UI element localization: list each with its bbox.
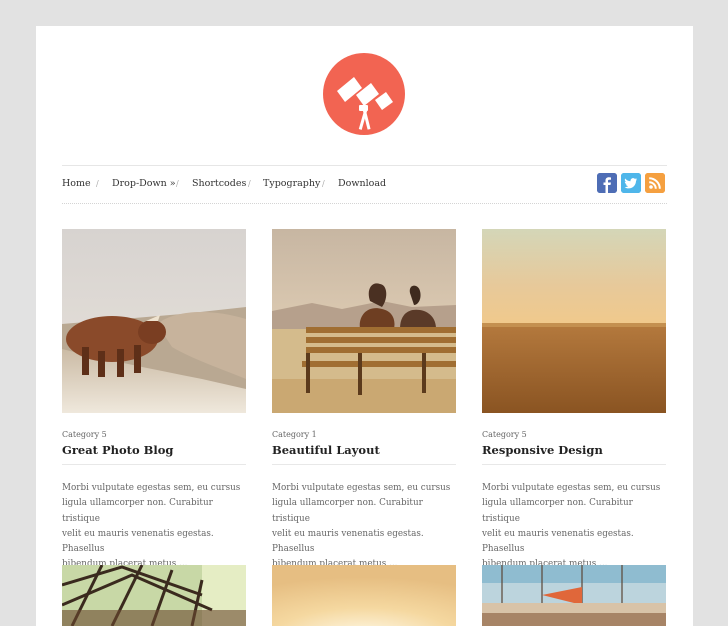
twitter-link[interactable] [621,173,641,193]
excerpt-line: Morbi vulputate egestas sem, eu cursus [482,483,661,493]
post-thumbnail[interactable] [62,565,246,626]
post-card: Category 1 Beautiful Layout Morbi vulput… [272,229,456,569]
post-thumbnail[interactable] [482,229,666,413]
excerpt-line: velit eu mauris venenatis egestas. Phase… [482,528,634,555]
post-card: Category 5 Responsive Design Morbi vulpu… [482,229,666,569]
main-navigation: Home / Drop-Down » / Shortcodes / Typogr… [62,165,667,204]
post-title[interactable]: Responsive Design [482,443,666,465]
nav-separator: / [322,179,325,188]
excerpt-line: ligula ullamcorper non. Curabitur tristi… [482,498,633,524]
twitter-icon [621,173,641,193]
excerpt-line: Morbi vulputate egestas sem, eu cursus [62,483,241,493]
facebook-icon [597,173,617,193]
post-category[interactable]: Category 5 [62,430,107,439]
architecture-photo [62,565,246,626]
page-container: Home / Drop-Down » / Shortcodes / Typogr… [36,26,693,626]
excerpt-line: ligula ullamcorper non. Curabitur tristi… [62,498,213,524]
nav-item-home[interactable]: Home [62,178,91,189]
post-category[interactable]: Category 5 [482,430,527,439]
post-thumbnail[interactable] [272,229,456,413]
excerpt-line: Morbi vulputate egestas sem, eu cursus [272,483,451,493]
nav-item-shortcodes[interactable]: Shortcodes [192,178,246,189]
sunlight-photo [272,565,456,626]
post-thumbnail[interactable] [482,565,666,626]
facebook-link[interactable] [597,173,617,193]
post-thumbnail[interactable] [62,229,246,413]
post-category[interactable]: Category 1 [272,430,317,439]
post-thumbnail[interactable] [272,565,456,626]
rss-icon [645,173,665,193]
bench-couple-photo [272,229,456,413]
post-excerpt: Morbi vulputate egestas sem, eu cursus l… [482,481,672,573]
post-card: Category 5 Great Photo Blog Morbi vulput… [62,229,246,569]
nav-item-typography[interactable]: Typography [263,178,320,189]
post-excerpt: Morbi vulputate egestas sem, eu cursus l… [62,481,252,573]
wheat-field-photo [482,229,666,413]
nav-item-download[interactable]: Download [338,178,386,189]
post-excerpt: Morbi vulputate egestas sem, eu cursus l… [272,481,462,573]
nav-separator: / [96,179,99,188]
harbor-boats-photo [482,565,666,626]
excerpt-line: velit eu mauris venenatis egestas. Phase… [272,528,424,555]
nav-item-dropdown[interactable]: Drop-Down » [112,178,176,189]
post-title[interactable]: Great Photo Blog [62,443,246,465]
rss-link[interactable] [645,173,665,193]
excerpt-line: ligula ullamcorper non. Curabitur tristi… [272,498,423,524]
site-logo[interactable] [323,53,405,135]
excerpt-line: velit eu mauris venenatis egestas. Phase… [62,528,214,555]
post-title[interactable]: Beautiful Layout [272,443,456,465]
highland-cow-photo [62,229,246,413]
nav-separator: / [176,179,179,188]
nav-separator: / [248,179,251,188]
telescope-icon [337,77,393,130]
